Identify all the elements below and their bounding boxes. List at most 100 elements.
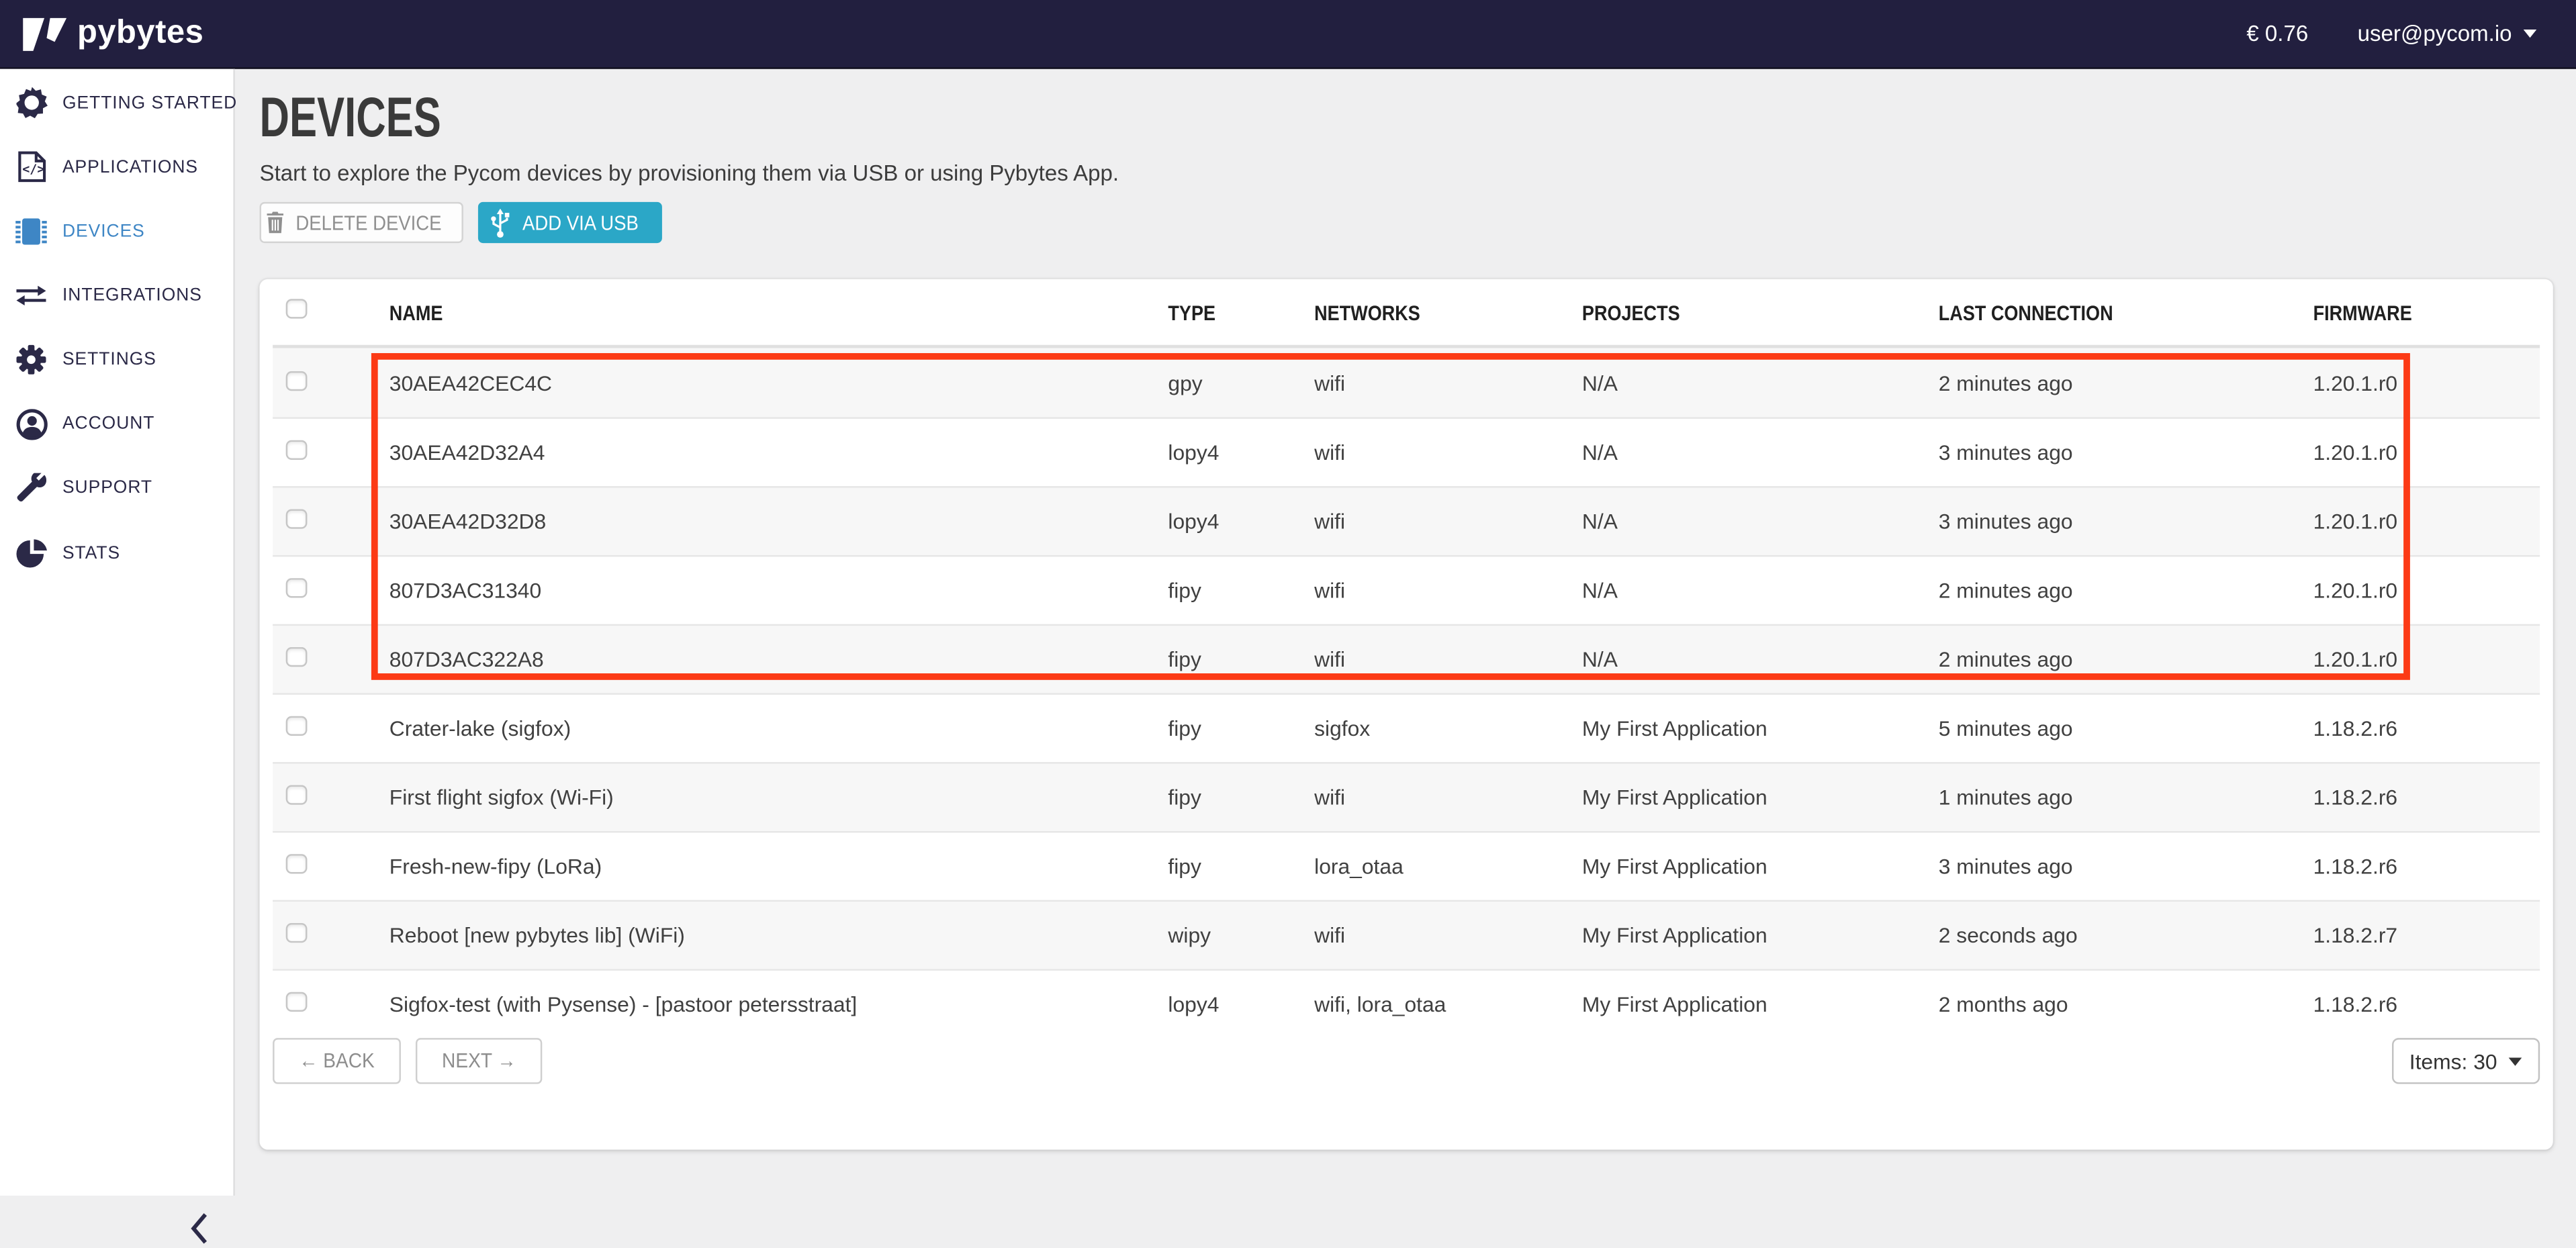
- device-networks: wifi, lora_otaa: [1314, 992, 1582, 1017]
- row-checkbox[interactable]: [286, 371, 308, 390]
- sidebar-label: STATS: [62, 543, 120, 563]
- device-type: lopy4: [1168, 440, 1314, 465]
- table-row[interactable]: 30AEA42CEC4C gpy wifi N/A 2 minutes ago …: [273, 348, 2540, 418]
- select-all-checkbox[interactable]: [286, 299, 308, 318]
- table-row[interactable]: Crater-lake (sigfox) fipy sigfox My Firs…: [273, 693, 2540, 762]
- row-checkbox[interactable]: [286, 992, 308, 1012]
- device-firmware: 1.20.1.r0: [2313, 509, 2540, 534]
- device-firmware: 1.18.2.r6: [2313, 716, 2540, 741]
- trash-icon: [266, 212, 284, 234]
- chevron-down-icon: [2524, 30, 2537, 38]
- device-type: lopy4: [1168, 509, 1314, 534]
- items-per-page-label: Items: 30: [2409, 1049, 2497, 1073]
- row-checkbox[interactable]: [286, 923, 308, 943]
- sidebar-item-account[interactable]: ACCOUNT: [0, 392, 233, 457]
- pycom-logo-icon: [21, 15, 71, 52]
- wrench-icon: [0, 473, 62, 503]
- sidebar-label: DEVICES: [62, 222, 145, 241]
- device-last-connection: 3 minutes ago: [1939, 854, 2313, 879]
- device-projects: N/A: [1582, 509, 1939, 534]
- sidebar-label: APPLICATIONS: [62, 157, 198, 177]
- device-last-connection: 5 minutes ago: [1939, 716, 2313, 741]
- row-checkbox[interactable]: [286, 854, 308, 873]
- device-networks: wifi: [1314, 371, 1582, 395]
- user-circle-icon: [0, 409, 62, 440]
- device-last-connection: 2 months ago: [1939, 992, 2313, 1017]
- sidebar-item-support[interactable]: SUPPORT: [0, 457, 233, 521]
- table-row[interactable]: Sigfox-test (with Pysense) - [pastoor pe…: [273, 969, 2540, 1038]
- delete-device-label: DELETE DEVICE: [295, 211, 441, 234]
- table-body: 30AEA42CEC4C gpy wifi N/A 2 minutes ago …: [273, 348, 2540, 1038]
- device-networks: wifi: [1314, 923, 1582, 948]
- chevron-down-icon: [2509, 1057, 2522, 1065]
- items-per-page-dropdown[interactable]: Items: 30: [2391, 1038, 2540, 1084]
- sidebar-item-stats[interactable]: STATS: [0, 520, 233, 585]
- row-checkbox[interactable]: [286, 509, 308, 528]
- table-row[interactable]: 30AEA42D32D8 lopy4 wifi N/A 3 minutes ag…: [273, 486, 2540, 555]
- device-networks: sigfox: [1314, 716, 1582, 741]
- column-header-type: TYPE: [1168, 299, 1314, 324]
- usb-icon: [489, 207, 510, 237]
- column-header-firmware: FIRMWARE: [2313, 299, 2540, 324]
- row-checkbox[interactable]: [286, 716, 308, 736]
- device-type: lopy4: [1168, 992, 1314, 1017]
- device-networks: wifi: [1314, 509, 1582, 534]
- device-projects: My First Application: [1582, 854, 1939, 879]
- pybytes-logo[interactable]: pybytes: [0, 15, 203, 52]
- device-firmware: 1.20.1.r0: [2313, 647, 2540, 672]
- device-type: fipy: [1168, 716, 1314, 741]
- top-navbar: pybytes € 0.76 user@pycom.io: [0, 0, 2576, 69]
- device-name: 30AEA42D32D8: [389, 509, 1168, 534]
- page-title: DEVICES: [260, 92, 441, 144]
- device-networks: wifi: [1314, 440, 1582, 465]
- sidebar-label: GETTING STARTED: [62, 93, 237, 112]
- sidebar-item-integrations[interactable]: INTEGRATIONS: [0, 263, 233, 328]
- pagination-bar: ← BACK NEXT → Items: 30: [273, 1038, 2540, 1084]
- devices-table-card: NAME TYPE NETWORKS PROJECTS LAST CONNECT…: [260, 279, 2553, 1150]
- device-name: 807D3AC322A8: [389, 647, 1168, 672]
- svg-text:</>: </>: [21, 163, 44, 177]
- device-last-connection: 2 minutes ago: [1939, 647, 2313, 672]
- device-last-connection: 3 minutes ago: [1939, 509, 2313, 534]
- device-name: Fresh-new-fipy (LoRa): [389, 854, 1168, 879]
- row-checkbox[interactable]: [286, 785, 308, 804]
- device-projects: N/A: [1582, 440, 1939, 465]
- device-last-connection: 2 minutes ago: [1939, 578, 2313, 603]
- table-row[interactable]: 807D3AC31340 fipy wifi N/A 2 minutes ago…: [273, 555, 2540, 624]
- add-via-usb-button[interactable]: ADD VIA USB: [478, 202, 662, 243]
- device-projects: My First Application: [1582, 923, 1939, 948]
- user-menu[interactable]: user@pycom.io: [2358, 21, 2537, 46]
- chip-icon: [0, 217, 62, 246]
- device-type: fipy: [1168, 578, 1314, 603]
- device-projects: N/A: [1582, 371, 1939, 395]
- device-type: fipy: [1168, 785, 1314, 810]
- delete-device-button[interactable]: DELETE DEVICE: [260, 202, 463, 243]
- row-checkbox[interactable]: [286, 647, 308, 667]
- device-firmware: 1.20.1.r0: [2313, 371, 2540, 395]
- table-row[interactable]: 30AEA42D32A4 lopy4 wifi N/A 3 minutes ag…: [273, 417, 2540, 486]
- back-button[interactable]: ← BACK: [273, 1038, 401, 1084]
- sidebar-label: INTEGRATIONS: [62, 286, 202, 305]
- table-row[interactable]: Reboot [new pybytes lib] (WiFi) wipy wif…: [273, 900, 2540, 969]
- table-row[interactable]: 807D3AC322A8 fipy wifi N/A 2 minutes ago…: [273, 624, 2540, 693]
- device-type: gpy: [1168, 371, 1314, 395]
- device-name: First flight sigfox (Wi-Fi): [389, 785, 1168, 810]
- sidebar-item-applications[interactable]: </> APPLICATIONS: [0, 135, 233, 199]
- device-firmware: 1.20.1.r0: [2313, 440, 2540, 465]
- sidebar-item-settings[interactable]: SETTINGS: [0, 328, 233, 392]
- table-row[interactable]: Fresh-new-fipy (LoRa) fipy lora_otaa My …: [273, 831, 2540, 900]
- next-button[interactable]: NEXT →: [416, 1038, 543, 1084]
- account-balance: € 0.76: [2246, 21, 2308, 46]
- row-checkbox[interactable]: [286, 440, 308, 460]
- device-networks: lora_otaa: [1314, 854, 1582, 879]
- table-row[interactable]: First flight sigfox (Wi-Fi) fipy wifi My…: [273, 762, 2540, 831]
- device-networks: wifi: [1314, 785, 1582, 810]
- exchange-arrows-icon: [0, 284, 62, 307]
- device-firmware: 1.18.2.r6: [2313, 785, 2540, 810]
- row-checkbox[interactable]: [286, 578, 308, 597]
- sidebar-item-getting-started[interactable]: GETTING STARTED: [0, 70, 233, 135]
- device-firmware: 1.18.2.r6: [2313, 854, 2540, 879]
- sidebar-label: SETTINGS: [62, 350, 156, 369]
- sidebar-item-devices[interactable]: DEVICES: [0, 199, 233, 264]
- sidebar-collapse-button[interactable]: [184, 1209, 214, 1248]
